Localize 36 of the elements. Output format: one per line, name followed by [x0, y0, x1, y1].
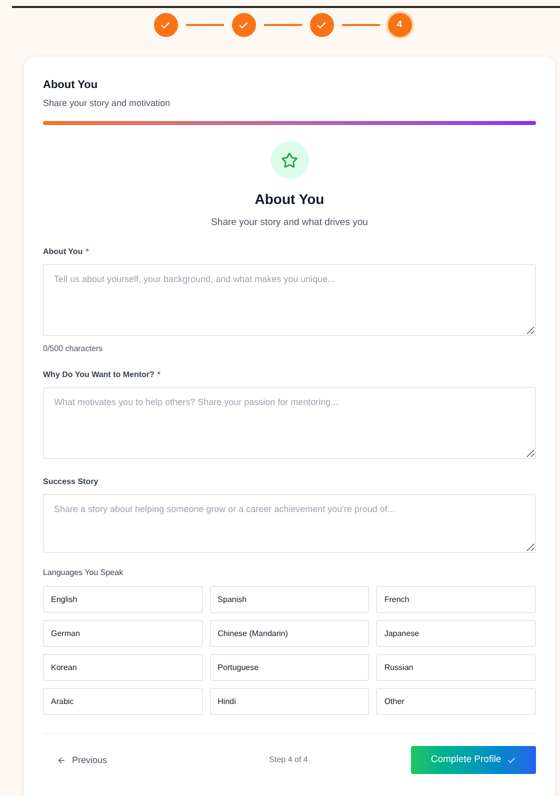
- language-option[interactable]: English: [43, 586, 203, 614]
- step-number: 4: [396, 18, 402, 32]
- check-icon: [238, 20, 249, 30]
- card-subtitle: Share your story and motivation: [43, 96, 172, 110]
- text-area[interactable]: Tell us about yourself, your background, and what makes you unique...: [43, 264, 536, 336]
- language-option[interactable]: Other: [376, 688, 536, 716]
- language-option[interactable]: Japanese: [376, 620, 536, 648]
- language-option[interactable]: Portuguese: [210, 654, 370, 682]
- language-option[interactable]: German: [43, 620, 203, 648]
- check-icon: [160, 20, 171, 30]
- arrow-left-icon: [57, 756, 66, 765]
- step-counter: Step 4 of 4: [269, 754, 308, 766]
- language-option[interactable]: Hindi: [210, 688, 370, 716]
- language-option[interactable]: Spanish: [210, 586, 370, 614]
- card-title: About You: [43, 78, 99, 93]
- star-icon: [281, 152, 298, 168]
- required-asterisk: *: [86, 246, 89, 258]
- section-subtitle: Share your story and what drives you: [211, 216, 368, 230]
- required-asterisk: *: [157, 369, 161, 382]
- field-label: Success Story: [43, 476, 98, 488]
- complete-profile-button[interactable]: Complete Profile: [411, 746, 536, 774]
- language-option[interactable]: French: [376, 586, 536, 614]
- check-icon: [507, 756, 516, 765]
- check-icon: [316, 20, 327, 30]
- language-option[interactable]: Russian: [376, 654, 536, 682]
- language-option[interactable]: Arabic: [43, 688, 203, 716]
- character-counter: 0/500 characters: [43, 343, 104, 356]
- language-option[interactable]: Chinese (Mandarin): [210, 620, 370, 648]
- section-title: About You: [254, 190, 324, 209]
- language-option[interactable]: Korean: [43, 654, 203, 682]
- field-label: About You: [43, 246, 83, 258]
- previous-button[interactable]: Previous: [43, 746, 122, 774]
- text-area[interactable]: What motivates you to help others? Share your passion for mentoring...: [43, 387, 536, 460]
- field-label: Languages You Speak: [43, 567, 124, 580]
- text-area[interactable]: Share a story about helping someone grow or a career achievement you're proud of...: [43, 494, 536, 554]
- field-label: Why Do You Want to Mentor?: [43, 369, 154, 382]
